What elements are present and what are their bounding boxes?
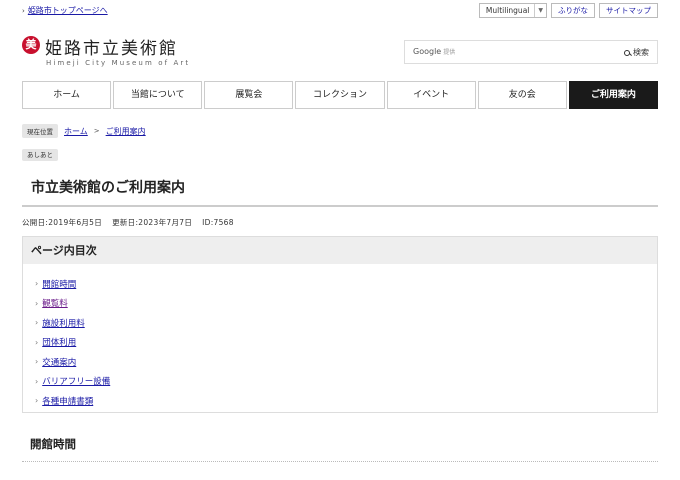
chevron-right-icon: › xyxy=(35,279,39,289)
site-logo[interactable]: 美 姫路市立美術館 Himeji City Museum of Art xyxy=(22,34,192,74)
list-item: › 観覧料 xyxy=(35,294,657,314)
published-date: 公開日:2019年6月5日 xyxy=(22,218,103,227)
list-item: › 施設利用料 xyxy=(35,313,657,333)
chevron-right-icon: > xyxy=(93,127,100,135)
sitemap-button[interactable]: サイトマップ xyxy=(599,3,658,18)
list-item: › バリアフリー設備 xyxy=(35,372,657,392)
chevron-right-icon: › xyxy=(35,318,39,328)
breadcrumb-home-link[interactable]: ホーム xyxy=(64,126,88,137)
museum-logo-icon: 美 xyxy=(22,36,40,54)
toc-link-access[interactable]: 交通案内 xyxy=(42,356,76,368)
toc-link-admission[interactable]: 観覧料 xyxy=(42,297,68,309)
nav-item-guide[interactable]: ご利用案内 xyxy=(568,81,658,109)
footprint-label: あしあと xyxy=(22,149,58,161)
city-top-link[interactable]: › 姫路市トップページへ xyxy=(22,5,108,16)
toc-heading: ページ内目次 xyxy=(23,237,657,264)
nav-item-friends[interactable]: 友の会 xyxy=(477,81,567,109)
nav-item-events[interactable]: イベント xyxy=(386,81,476,109)
toc-link-groups[interactable]: 団体利用 xyxy=(42,336,76,348)
multilingual-select[interactable]: Multilingual ▼ xyxy=(478,3,547,18)
table-of-contents: ページ内目次 › 開館時間 › 観覧料 › 施設利用料 › 団体利用 › 交通案内 › バリ… xyxy=(22,236,658,413)
furigana-button[interactable]: ふりがな xyxy=(551,3,595,18)
list-item: › 開館時間 xyxy=(35,274,657,294)
page-meta: 公開日:2019年6月5日 更新日:2023年7月7日 ID:7568 xyxy=(22,217,244,228)
nav-item-collection[interactable]: コレクション xyxy=(295,81,385,109)
page-title: 市立美術館のご利用案内 xyxy=(22,177,658,207)
chevron-right-icon: › xyxy=(22,7,25,15)
section-heading-hours: 開館時間 xyxy=(22,436,658,462)
toc-link-forms[interactable]: 各種申請書類 xyxy=(42,395,93,407)
search-brand: Google 提供 xyxy=(413,47,456,56)
utility-buttons: Multilingual ▼ ふりがな サイトマップ xyxy=(478,3,658,18)
nav-item-about[interactable]: 当館について xyxy=(113,81,203,109)
chevron-right-icon: › xyxy=(35,396,39,406)
list-item: › 団体利用 xyxy=(35,333,657,353)
updated-date: 更新日:2023年7月7日 xyxy=(112,218,193,227)
chevron-right-icon: › xyxy=(35,337,39,347)
list-item: › 交通案内 xyxy=(35,352,657,372)
chevron-right-icon: › xyxy=(35,357,39,367)
toc-list: › 開館時間 › 観覧料 › 施設利用料 › 団体利用 › 交通案内 › バリアフリー設備 … xyxy=(23,264,657,411)
page-id: ID:7568 xyxy=(202,218,234,227)
toc-link-hours[interactable]: 開館時間 xyxy=(42,278,76,290)
nav-item-home[interactable]: ホーム xyxy=(22,81,112,109)
footprint-area: あしあと xyxy=(22,142,58,161)
chevron-right-icon: › xyxy=(35,376,39,386)
chevron-down-icon: ▼ xyxy=(534,4,543,17)
search-icon xyxy=(624,49,630,56)
breadcrumb: 現在位置 ホーム > ご利用案内 xyxy=(22,124,146,138)
site-title: 姫路市立美術館 xyxy=(45,39,178,59)
site-subtitle: Himeji City Museum of Art xyxy=(46,59,191,67)
toc-link-facility-fees[interactable]: 施設利用料 xyxy=(42,317,85,329)
search-box[interactable]: Google 提供 検索 xyxy=(404,40,658,64)
top-bar: › 姫路市トップページへ Multilingual ▼ ふりがな サイトマップ xyxy=(0,0,680,22)
list-item: › 各種申請書類 xyxy=(35,391,657,411)
global-nav: ホーム 当館について 展覧会 コレクション イベント 友の会 ご利用案内 xyxy=(22,81,658,109)
current-location-label: 現在位置 xyxy=(22,124,58,138)
search-button[interactable]: 検索 xyxy=(624,47,649,58)
nav-item-exhibitions[interactable]: 展覧会 xyxy=(204,81,294,109)
breadcrumb-current-link[interactable]: ご利用案内 xyxy=(106,126,146,137)
toc-link-barrier-free[interactable]: バリアフリー設備 xyxy=(42,375,110,387)
chevron-right-icon: › xyxy=(35,298,39,308)
